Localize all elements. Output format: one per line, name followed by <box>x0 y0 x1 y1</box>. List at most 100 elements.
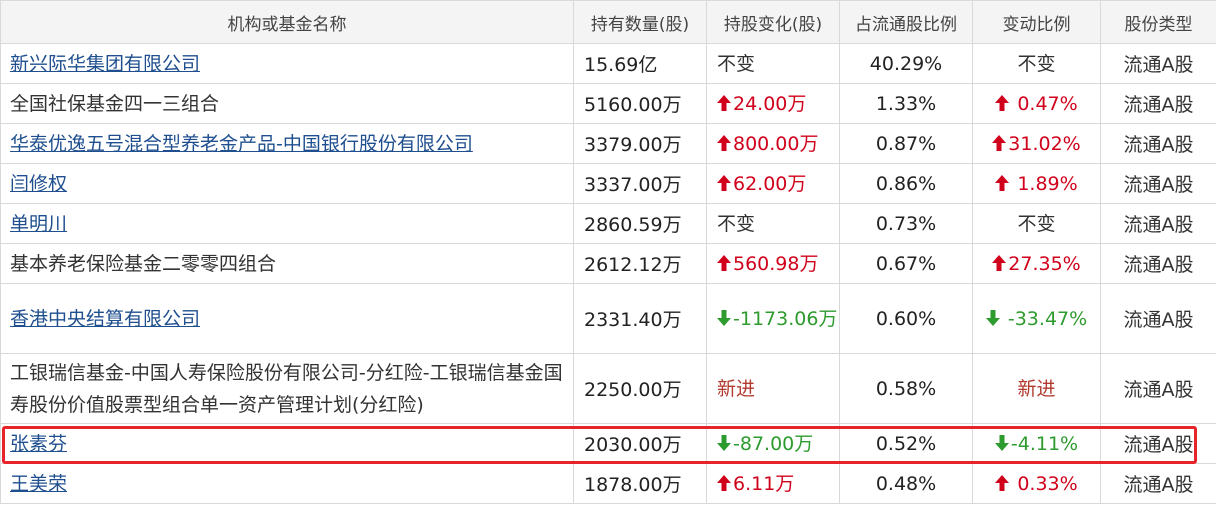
share-type: 流通A股 <box>1100 83 1216 124</box>
change-ratio: -33.47% <box>972 283 1101 354</box>
holding-change: 不变 <box>706 43 840 84</box>
table-header-row: 机构或基金名称 持有数量(股) 持股变化(股) 占流通股比例 变动比例 股份类型 <box>0 0 1216 44</box>
share-type: 流通A股 <box>1100 423 1216 464</box>
holder-name: 工银瑞信基金-中国人寿保险股份有限公司-分红险-工银瑞信基金国寿股份价值股票型组… <box>10 361 563 416</box>
float-share-ratio: 0.67% <box>839 243 973 284</box>
holding-change-value: 不变 <box>717 52 756 75</box>
arrow-up-icon <box>995 174 1010 191</box>
holding-change-value: -87.00万 <box>733 432 814 455</box>
holding-qty: 5160.00万 <box>573 83 707 124</box>
table-row: 华泰优逸五号混合型养老金产品-中国银行股份有限公司 3379.00万 800.00万… <box>0 123 1216 164</box>
holder-name-cell: 香港中央结算有限公司 <box>0 283 574 354</box>
holding-qty: 2030.00万 <box>573 423 707 464</box>
holding-qty: 1878.00万 <box>573 463 707 504</box>
arrow-up-icon <box>992 134 1007 151</box>
holder-name-cell: 张素芬 <box>0 423 574 464</box>
change-ratio: 不变 <box>972 43 1101 84</box>
holding-change-value: 800.00万 <box>733 132 819 155</box>
table-row: 香港中央结算有限公司 2331.40万 -1173.06万 0.60% -33.47%… <box>0 283 1216 354</box>
holding-change: -87.00万 <box>706 423 840 464</box>
share-type: 流通A股 <box>1100 283 1216 354</box>
arrow-up-icon <box>717 174 731 191</box>
change-ratio: 0.47% <box>972 83 1101 124</box>
share-type: 流通A股 <box>1100 163 1216 204</box>
holder-name-link[interactable]: 华泰优逸五号混合型养老金产品-中国银行股份有限公司 <box>10 133 473 155</box>
change-ratio-value: -4.11% <box>1010 432 1079 455</box>
share-type: 流通A股 <box>1100 43 1216 84</box>
change-ratio-value: 不变 <box>1017 212 1056 235</box>
arrow-up-icon <box>992 254 1007 271</box>
header-type[interactable]: 股份类型 <box>1100 0 1216 44</box>
change-ratio-value: 不变 <box>1017 52 1056 75</box>
holding-change-value: 62.00万 <box>733 172 807 195</box>
change-ratio: 不变 <box>972 203 1101 244</box>
arrow-up-icon <box>717 254 731 271</box>
holder-name-link[interactable]: 闫修权 <box>10 173 67 195</box>
header-name[interactable]: 机构或基金名称 <box>0 0 574 44</box>
holding-change: -1173.06万 <box>706 283 840 354</box>
arrow-up-icon <box>717 94 731 111</box>
holder-name-cell: 单明川 <box>0 203 574 244</box>
share-type: 流通A股 <box>1100 123 1216 164</box>
share-type: 流通A股 <box>1100 353 1216 424</box>
change-ratio: 0.33% <box>972 463 1101 504</box>
change-ratio: 1.89% <box>972 163 1101 204</box>
float-share-ratio: 1.33% <box>839 83 973 124</box>
share-type: 流通A股 <box>1100 243 1216 284</box>
holding-change: 不变 <box>706 203 840 244</box>
change-ratio-value: -33.47% <box>1001 307 1088 330</box>
share-type: 流通A股 <box>1100 203 1216 244</box>
holding-qty: 2250.00万 <box>573 353 707 424</box>
arrow-down-icon <box>717 309 731 326</box>
holding-change: 24.00万 <box>706 83 840 124</box>
arrow-down-icon <box>994 434 1009 451</box>
holder-name-cell: 全国社保基金四一三组合 <box>0 83 574 124</box>
float-share-ratio: 0.60% <box>839 283 973 354</box>
header-change[interactable]: 持股变化(股) <box>706 0 840 44</box>
holding-qty: 2860.59万 <box>573 203 707 244</box>
holder-name-cell: 王美荣 <box>0 463 574 504</box>
holding-change-value: 不变 <box>717 212 756 235</box>
table-row: 单明川 2860.59万 不变 0.73% 不变 流通A股 <box>0 203 1216 244</box>
holder-name-cell: 闫修权 <box>0 163 574 204</box>
table-row: 新兴际华集团有限公司 15.69亿 不变 40.29% 不变 流通A股 <box>0 43 1216 84</box>
holding-qty: 2612.12万 <box>573 243 707 284</box>
holder-name-cell: 华泰优逸五号混合型养老金产品-中国银行股份有限公司 <box>0 123 574 164</box>
float-share-ratio: 0.73% <box>839 203 973 244</box>
holding-change-value: 新进 <box>717 377 756 400</box>
holding-change-value: 6.11万 <box>733 472 795 495</box>
holder-name-cell: 工银瑞信基金-中国人寿保险股份有限公司-分红险-工银瑞信基金国寿股份价值股票型组… <box>0 353 574 424</box>
shareholder-table: 机构或基金名称 持有数量(股) 持股变化(股) 占流通股比例 变动比例 股份类型… <box>0 0 1216 504</box>
holding-change-value: 560.98万 <box>733 252 819 275</box>
float-share-ratio: 0.86% <box>839 163 973 204</box>
table-row-highlighted: 张素芬 2030.00万 -87.00万 0.52% -4.11% 流通A股 <box>0 423 1216 464</box>
holding-qty: 15.69亿 <box>573 43 707 84</box>
header-change-ratio[interactable]: 变动比例 <box>972 0 1101 44</box>
header-qty[interactable]: 持有数量(股) <box>573 0 707 44</box>
change-ratio-value: 0.47% <box>1011 92 1078 115</box>
holder-name-link[interactable]: 单明川 <box>10 213 67 235</box>
change-ratio: 新进 <box>972 353 1101 424</box>
holder-name: 基本养老保险基金二零零四组合 <box>10 252 277 275</box>
header-ratio[interactable]: 占流通股比例 <box>839 0 973 44</box>
arrow-down-icon <box>717 434 731 451</box>
change-ratio-value: 27.35% <box>1008 252 1081 275</box>
holding-change: 6.11万 <box>706 463 840 504</box>
holder-name-link[interactable]: 王美荣 <box>10 473 67 495</box>
change-ratio: -4.11% <box>972 423 1101 464</box>
arrow-up-icon <box>717 134 731 151</box>
float-share-ratio: 0.87% <box>839 123 973 164</box>
change-ratio-value: 1.89% <box>1011 172 1078 195</box>
holding-change: 62.00万 <box>706 163 840 204</box>
holder-name-link[interactable]: 香港中央结算有限公司 <box>10 308 200 330</box>
change-ratio-value: 31.02% <box>1008 132 1081 155</box>
arrow-up-icon <box>995 94 1010 111</box>
holding-qty: 3379.00万 <box>573 123 707 164</box>
arrow-up-icon <box>995 474 1010 491</box>
holder-name-link[interactable]: 张素芬 <box>10 433 67 455</box>
arrow-down-icon <box>985 309 1000 326</box>
holding-qty: 2331.40万 <box>573 283 707 354</box>
float-share-ratio: 0.52% <box>839 423 973 464</box>
holder-name-link[interactable]: 新兴际华集团有限公司 <box>10 53 200 75</box>
holding-change-value: -1173.06万 <box>733 307 838 330</box>
